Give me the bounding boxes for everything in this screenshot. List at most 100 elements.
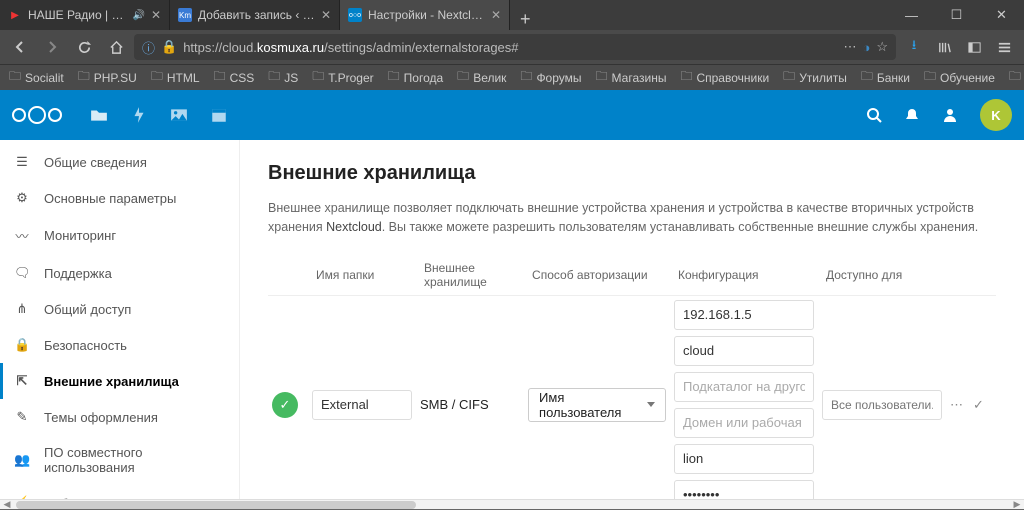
home-button[interactable] <box>102 33 130 61</box>
bookmark[interactable]: 🗀JS <box>263 65 303 90</box>
close-window-button[interactable]: ✕ <box>979 0 1024 30</box>
audio-icon[interactable]: 🔊 <box>132 10 144 21</box>
calendar-app-icon[interactable] <box>210 106 228 124</box>
bookmark[interactable]: 🗀Банки <box>856 65 915 90</box>
tab-strip: ▶ НАШЕ Радио | Онлайн-пле 🔊 ✕ Km Добавит… <box>0 0 1024 30</box>
sidebar-item-external-storage[interactable]: ⇱Внешние хранилища <box>0 363 239 399</box>
config-domain-input[interactable] <box>674 408 814 438</box>
maximize-button[interactable]: ☐ <box>934 0 979 30</box>
bookmark-star-icon[interactable]: ☆ <box>876 39 888 55</box>
sidebar-item-theming[interactable]: ✎Темы оформления <box>0 399 239 435</box>
tab-close-icon[interactable]: ✕ <box>151 8 161 22</box>
browser-chrome: ▶ НАШЕ Радио | Онлайн-пле 🔊 ✕ Km Добавит… <box>0 0 1024 90</box>
more-actions-button[interactable]: ⋯ <box>950 397 963 413</box>
bookmark[interactable]: 🗀T.Proger <box>307 65 378 90</box>
status-ok-icon: ✓ <box>272 392 298 418</box>
minimize-button[interactable]: — <box>889 0 934 30</box>
sidebar-item-basic[interactable]: ⚙Основные параметры <box>0 180 239 216</box>
reload-button[interactable] <box>70 33 98 61</box>
config-subpath-input[interactable] <box>674 372 814 402</box>
folder-name-input[interactable] <box>312 390 412 420</box>
tab-close-icon[interactable]: ✕ <box>321 8 331 22</box>
menu-button[interactable] <box>990 33 1018 61</box>
bookmark[interactable]: 🗀Обучение <box>919 65 1000 90</box>
new-tab-button[interactable]: + <box>510 9 541 30</box>
sidebar-button[interactable] <box>960 33 988 61</box>
info-icon[interactable]: ⓘ <box>142 38 155 57</box>
bookmark[interactable]: 🗀Утилиты <box>778 65 852 90</box>
col-folder: Имя папки <box>308 255 416 296</box>
search-icon[interactable] <box>866 107 882 123</box>
auth-select[interactable]: Имя пользователя <box>528 388 666 422</box>
scroll-right-icon[interactable]: ▶ <box>1010 499 1024 510</box>
bookmark[interactable]: 🗀HTML <box>146 65 205 90</box>
folder-icon: 🗀 <box>1009 67 1021 88</box>
sidebar-item-monitoring[interactable]: 〰Мониторинг <box>0 216 239 255</box>
list-icon: ☰ <box>14 154 30 170</box>
activity-app-icon[interactable] <box>130 106 148 124</box>
library-button[interactable] <box>930 33 958 61</box>
folder-icon: 🗀 <box>680 67 692 88</box>
bookmark[interactable]: 🗀Справочники <box>675 65 774 90</box>
lock-icon: 🔒 <box>161 39 177 55</box>
forward-button[interactable] <box>38 33 66 61</box>
notifications-icon[interactable] <box>904 107 920 123</box>
config-host-input[interactable] <box>674 300 814 330</box>
storage-row: ✓ SMB / CIFS Имя пользователя <box>268 295 996 509</box>
save-check-button[interactable]: ✓ <box>973 397 984 413</box>
bookmark[interactable]: 🗀Linux <box>1004 65 1024 90</box>
browser-tab[interactable]: Km Добавить запись ‹ Kosmuxa.ru ✕ <box>170 0 340 30</box>
sidebar-item-groupware[interactable]: 👥ПО совместного использования <box>0 435 239 485</box>
bookmark[interactable]: 🗀Велик <box>452 65 511 90</box>
browser-tab-active[interactable]: o○o Настройки - Nextcloud ✕ <box>340 0 510 30</box>
tab-close-icon[interactable]: ✕ <box>491 8 501 22</box>
page-actions-icon[interactable]: ⋯ <box>843 39 856 55</box>
bookmark[interactable]: 🗀Форумы <box>515 65 586 90</box>
downloads-button[interactable]: ⭳ <box>900 33 928 61</box>
caret-icon <box>647 402 655 407</box>
folder-icon: 🗀 <box>861 67 873 88</box>
bookmark[interactable]: 🗀PHP.SU <box>73 65 142 90</box>
horizontal-scrollbar[interactable]: ◀ ▶ <box>0 499 1024 509</box>
bookmark[interactable]: 🗀Магазины <box>591 65 672 90</box>
available-for-input[interactable] <box>822 390 942 420</box>
user-avatar[interactable]: K <box>980 99 1012 131</box>
config-share-input[interactable] <box>674 336 814 366</box>
scrollbar-thumb[interactable] <box>16 501 416 509</box>
tab-title: Настройки - Nextcloud <box>368 8 485 22</box>
sidebar-item-sharing[interactable]: ⋔Общий доступ <box>0 291 239 327</box>
main-panel: Внешние хранилища Внешнее хранилище позв… <box>240 140 1024 509</box>
nextcloud-logo[interactable] <box>12 106 62 124</box>
content-area: ☰Общие сведения ⚙Основные параметры 〰Мон… <box>0 140 1024 509</box>
gallery-app-icon[interactable] <box>170 106 188 124</box>
folder-icon: 🗀 <box>9 67 21 88</box>
app-switcher <box>90 106 228 124</box>
folder-icon: 🗀 <box>214 67 226 88</box>
favicon-icon: ▶ <box>8 8 22 22</box>
bookmark[interactable]: 🗀Socialit <box>4 65 69 90</box>
contacts-icon[interactable] <box>942 107 958 123</box>
nextcloud-header: K <box>0 90 1024 140</box>
container-icon[interactable]: ◑ <box>862 40 870 55</box>
col-backend: Внешнее хранилище <box>416 255 524 296</box>
bookmark[interactable]: 🗀Погода <box>383 65 449 90</box>
address-bar[interactable]: ⓘ 🔒 https://cloud.kosmuxa.ru/settings/ad… <box>134 34 896 60</box>
tab-title: НАШЕ Радио | Онлайн-пле <box>28 8 126 22</box>
bookmark[interactable]: 🗀CSS <box>209 65 260 90</box>
sidebar-item-support[interactable]: 🗨Поддержка <box>0 255 239 291</box>
page-subtitle: Внешнее хранилище позволяет подключать в… <box>268 199 996 237</box>
chat-icon: 🗨 <box>14 265 30 281</box>
files-app-icon[interactable] <box>90 106 108 124</box>
page-title: Внешние хранилища <box>268 162 996 185</box>
sidebar-item-security[interactable]: 🔒Безопасность <box>0 327 239 363</box>
browser-tab[interactable]: ▶ НАШЕ Радио | Онлайн-пле 🔊 ✕ <box>0 0 170 30</box>
gear-icon: ⚙ <box>14 190 30 206</box>
scroll-left-icon[interactable]: ◀ <box>0 499 14 510</box>
config-user-input[interactable] <box>674 444 814 474</box>
back-button[interactable] <box>6 33 34 61</box>
sidebar-item-overview[interactable]: ☰Общие сведения <box>0 144 239 180</box>
folder-icon: 🗀 <box>78 67 90 88</box>
external-icon: ⇱ <box>14 373 30 389</box>
lock-icon: 🔒 <box>14 337 30 353</box>
url-text: https://cloud.kosmuxa.ru/settings/admin/… <box>183 40 837 55</box>
